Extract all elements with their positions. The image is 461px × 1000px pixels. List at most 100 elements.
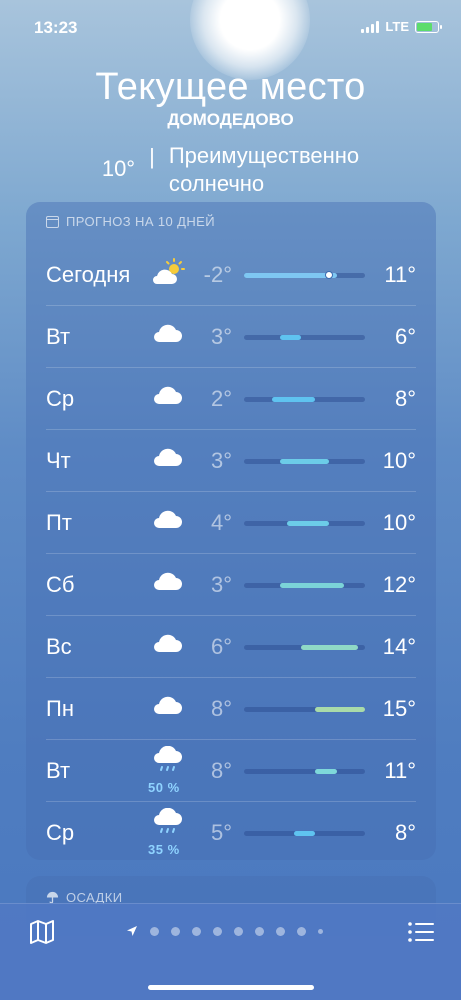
condition-line-1: Преимущественно — [168, 143, 360, 168]
forecast-row[interactable]: Ср 2° 8° — [26, 368, 436, 430]
forecast-row[interactable]: Вт 50 % 8° 11° — [26, 740, 436, 802]
forecast-row[interactable]: Ср 35 % 5° 8° — [26, 802, 436, 864]
forecast-day: Пн — [46, 696, 74, 721]
cloud-icon — [150, 444, 190, 480]
page-dot[interactable] — [234, 926, 243, 936]
low-temperature: 3° — [210, 572, 232, 597]
ten-day-forecast-card[interactable]: ПРОГНОЗ НА 10 ДНЕЙ Сегодня -2° 11° Вт 3° 6° Ср… — [26, 202, 436, 860]
high-temperature: 6° — [394, 324, 416, 349]
current-conditions: 10° | Преимущественно солнечно — [0, 142, 461, 198]
forecast-day: Сегодня — [46, 262, 131, 287]
condition-text: Преимущественно солнечно — [169, 142, 359, 198]
temperature-range-fill — [244, 273, 337, 278]
current-temperature: 10° — [101, 156, 136, 181]
map-icon[interactable] — [28, 918, 56, 946]
cloud-icon — [150, 320, 190, 356]
forecast-day: Пт — [46, 510, 72, 535]
page-indicator[interactable] — [126, 925, 323, 937]
forecast-day: Ср — [46, 386, 75, 411]
location-subtitle: ДОМОДЕДОВО — [167, 110, 294, 129]
low-temperature: -2° — [203, 262, 232, 287]
cloud-icon — [150, 506, 190, 542]
low-temperature: 4° — [210, 510, 232, 535]
page-dot[interactable] — [255, 926, 264, 936]
network-label: LTE — [385, 19, 409, 34]
temperature-range-bar — [244, 769, 365, 774]
high-temperature: 8° — [394, 820, 416, 845]
page-dot[interactable] — [297, 926, 306, 936]
temperature-range-fill — [279, 583, 344, 588]
status-bar: 13:23 LTE — [0, 0, 461, 56]
forecast-header: ПРОГНОЗ НА 10 ДНЕЙ — [46, 214, 215, 229]
cloud-icon — [150, 692, 190, 728]
low-temperature: 3° — [210, 448, 232, 473]
low-temperature: 2° — [210, 386, 232, 411]
rain-cloud-icon — [150, 745, 190, 782]
low-temperature: 8° — [210, 696, 232, 721]
temperature-range-bar — [244, 459, 365, 464]
current-temp-marker — [325, 270, 334, 279]
forecast-row[interactable]: Пн 8° 15° — [26, 678, 436, 740]
forecast-rows: Сегодня -2° 11° Вт 3° 6° Ср 2° 8° Чт 3° 10° Пт 4° 10° С… — [26, 244, 436, 864]
temperature-range-bar — [244, 270, 365, 279]
forecast-row[interactable]: Пт 4° 10° — [26, 492, 436, 554]
low-temperature: 5° — [210, 820, 232, 845]
forecast-row[interactable]: Сб 3° 12° — [26, 554, 436, 616]
temperature-range-bar — [244, 831, 365, 836]
temperature-range-bar — [244, 521, 365, 526]
temperature-range-bar — [244, 645, 365, 650]
cloud-icon — [150, 630, 190, 666]
list-icon[interactable] — [407, 920, 435, 944]
page-dot[interactable] — [318, 928, 323, 934]
temperature-range-fill — [315, 769, 337, 774]
location-header: Текущее место ДОМОДЕДОВО — [0, 62, 461, 130]
rain-cloud-icon — [150, 807, 190, 844]
low-temperature: 3° — [210, 324, 232, 349]
high-temperature: 15° — [382, 696, 416, 721]
low-temperature: 8° — [210, 758, 232, 783]
low-temperature: 6° — [210, 634, 232, 659]
bottom-toolbar — [0, 903, 461, 1000]
temperature-range-fill — [286, 521, 330, 526]
forecast-day: Вт — [46, 758, 71, 783]
status-indicators: LTE — [361, 19, 442, 34]
forecast-title: ПРОГНОЗ НА 10 ДНЕЙ — [66, 214, 215, 229]
home-indicator — [148, 985, 314, 990]
high-temperature: 11° — [384, 262, 416, 287]
page-dot[interactable] — [192, 926, 201, 936]
forecast-row[interactable]: Вт 3° 6° — [26, 306, 436, 368]
temperature-range-fill — [300, 645, 358, 650]
divider: | — [149, 144, 155, 169]
forecast-row[interactable]: Сегодня -2° 11° — [26, 244, 436, 306]
high-temperature: 11° — [384, 758, 416, 783]
high-temperature: 10° — [382, 510, 416, 535]
page-dot[interactable] — [213, 926, 222, 936]
location-arrow-icon[interactable] — [126, 925, 138, 937]
high-temperature: 10° — [382, 448, 416, 473]
forecast-row[interactable]: Чт 3° 10° — [26, 430, 436, 492]
high-temperature: 8° — [394, 386, 416, 411]
condition-line-2: солнечно — [168, 171, 265, 196]
temperature-range-fill — [293, 831, 316, 836]
forecast-day: Ср — [46, 820, 75, 845]
temperature-range-bar — [244, 707, 365, 712]
status-time: 13:23 — [34, 18, 78, 37]
precipitation-chance: 50 % — [148, 780, 180, 795]
cloud-icon — [150, 382, 190, 418]
forecast-day: Чт — [46, 448, 71, 473]
temperature-range-fill — [272, 397, 316, 402]
calendar-icon — [46, 215, 59, 228]
temperature-range-fill — [279, 335, 301, 340]
battery-icon — [415, 20, 442, 33]
partly-sunny-icon — [150, 258, 190, 294]
page-dot[interactable] — [276, 926, 285, 936]
forecast-row[interactable]: Вс 6° 14° — [26, 616, 436, 678]
page-dot[interactable] — [171, 926, 180, 936]
signal-icon — [361, 20, 380, 33]
high-temperature: 14° — [382, 634, 416, 659]
temperature-range-bar — [244, 335, 365, 340]
page-dot[interactable] — [150, 926, 159, 936]
forecast-day: Вт — [46, 324, 71, 349]
temperature-range-fill — [279, 459, 330, 464]
forecast-day: Сб — [46, 572, 75, 597]
